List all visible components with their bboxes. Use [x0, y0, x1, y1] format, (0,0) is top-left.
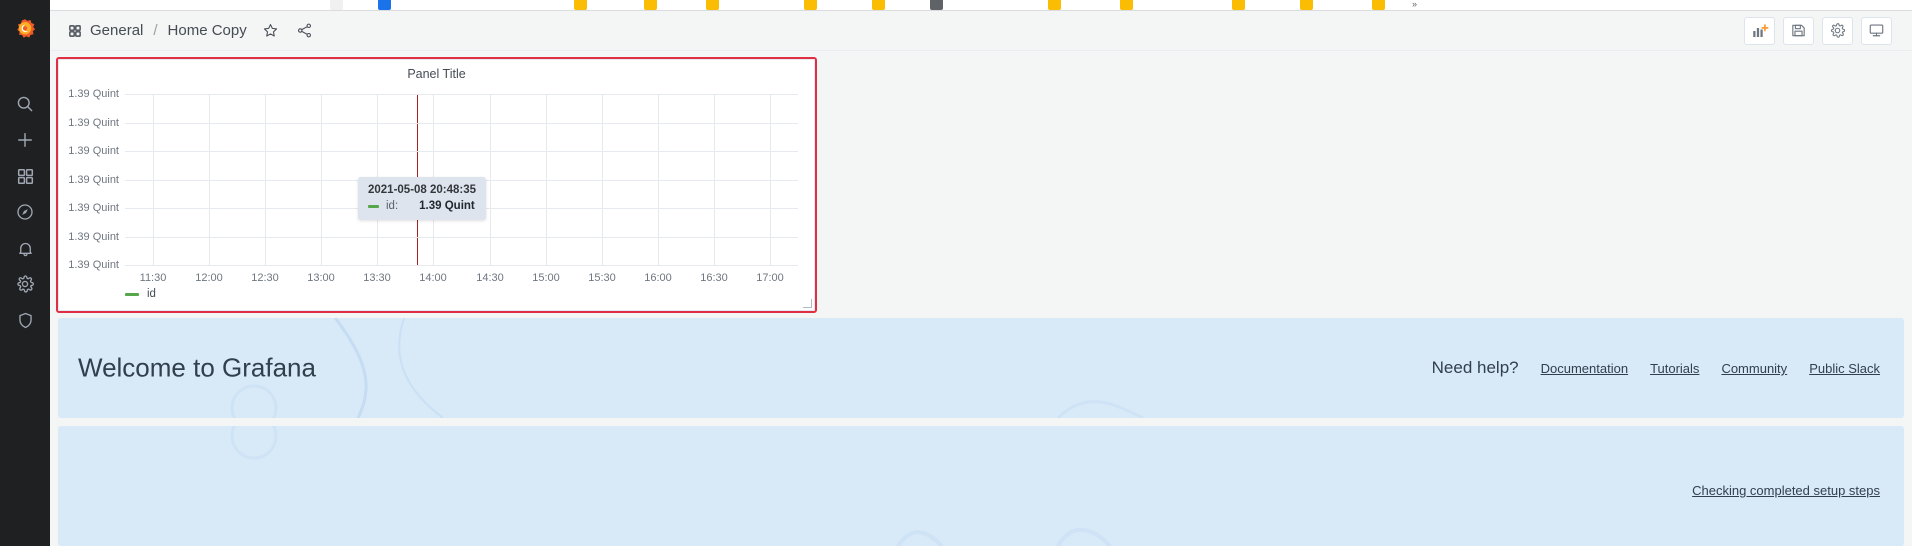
x-axis-tick-label: 11:30	[139, 272, 167, 284]
tooltip-timestamp: 2021-05-08 20:48:35	[368, 184, 477, 196]
bookmark-item[interactable]	[378, 0, 391, 10]
x-axis-tick-label: 14:00	[419, 272, 447, 284]
x-gridline	[546, 94, 547, 266]
sidebar-item-server-admin[interactable]	[13, 308, 37, 332]
dashboard-canvas: Panel Title 1.39 Quint 1.39 Quint 1.39 Qui…	[50, 51, 1912, 546]
public-slack-link[interactable]: Public Slack	[1809, 361, 1880, 376]
bookmark-item[interactable]	[930, 0, 943, 10]
topbar: General / Home Copy	[50, 11, 1912, 51]
bookmark-item[interactable]	[1300, 0, 1313, 10]
community-link[interactable]: Community	[1721, 361, 1787, 376]
bookmark-item[interactable]	[804, 0, 817, 10]
y-axis-tick-label: 1.39 Quint	[68, 145, 119, 157]
bookmark-item[interactable]	[706, 0, 719, 10]
setup-steps-panel: Checking completed setup steps	[58, 426, 1904, 546]
need-help-label: Need help?	[1431, 358, 1519, 377]
bookmark-item[interactable]	[1232, 0, 1245, 10]
x-gridline	[209, 94, 210, 266]
bookmark-item[interactable]	[330, 0, 343, 10]
x-axis-tick-label: 12:30	[251, 272, 279, 284]
dashboard-settings-button[interactable]	[1822, 16, 1853, 45]
y-axis-tick-label: 1.39 Quint	[68, 231, 119, 243]
panel-resize-handle[interactable]	[803, 299, 812, 308]
x-gridline	[770, 94, 771, 266]
y-gridline	[125, 123, 798, 124]
welcome-title: Welcome to Grafana	[78, 352, 316, 383]
bookmark-item[interactable]	[1048, 0, 1061, 10]
panel-legend[interactable]: id	[125, 288, 156, 300]
bookmark-item[interactable]	[1120, 0, 1133, 10]
y-gridline	[125, 151, 798, 152]
x-axis-tick-label: 13:30	[363, 272, 391, 284]
y-gridline	[125, 265, 798, 266]
tooltip-series-name: id:	[386, 200, 399, 212]
x-gridline	[265, 94, 266, 266]
x-gridline	[490, 94, 491, 266]
x-axis-tick-label: 14:30	[476, 272, 504, 284]
y-axis-tick-label: 1.39 Quint	[68, 117, 119, 129]
breadcrumb-separator: /	[153, 22, 158, 39]
star-icon[interactable]	[261, 21, 281, 41]
setup-status-text[interactable]: Checking completed setup steps	[1692, 483, 1880, 498]
y-axis-tick-label: 1.39 Quint	[68, 88, 119, 100]
grafana-logo[interactable]	[10, 16, 40, 46]
x-gridline	[153, 94, 154, 266]
sidebar-item-explore[interactable]	[13, 200, 37, 224]
y-gridline	[125, 237, 798, 238]
bookmark-item[interactable]	[574, 0, 587, 10]
tooltip-series-color-swatch	[368, 204, 379, 208]
x-axis-tick-label: 15:00	[532, 272, 560, 284]
graph-tooltip: 2021-05-08 20:48:35 id: 1.39 Quint	[358, 177, 487, 220]
breadcrumb-folder[interactable]: General	[90, 22, 143, 39]
y-gridline	[125, 94, 798, 95]
sidebar-item-configuration[interactable]	[13, 272, 37, 296]
sidebar-item-alerting[interactable]	[13, 236, 37, 260]
x-gridline	[658, 94, 659, 266]
help-links: Need help? Documentation Tutorials Commu…	[1432, 358, 1880, 378]
save-dashboard-button[interactable]	[1783, 16, 1814, 45]
x-gridline	[602, 94, 603, 266]
y-axis-tick-label: 1.39 Quint	[68, 259, 119, 271]
breadcrumb: General / Home Copy	[68, 21, 315, 41]
bookmark-item[interactable]	[872, 0, 885, 10]
tooltip-series-value: 1.39 Quint	[419, 200, 475, 212]
legend-color-swatch	[125, 292, 139, 296]
y-axis-tick-label: 1.39 Quint	[68, 174, 119, 186]
topbar-actions	[1744, 16, 1892, 45]
folder-grid-icon	[68, 24, 82, 38]
y-axis-tick-label: 1.39 Quint	[68, 202, 119, 214]
tv-mode-button[interactable]	[1861, 16, 1892, 45]
x-axis-tick-label: 16:30	[700, 272, 728, 284]
bookmark-overflow-label[interactable]: »	[1412, 0, 1417, 9]
x-axis-tick-label: 16:00	[644, 272, 672, 284]
setup-decoration	[230, 426, 1112, 546]
legend-item-label[interactable]: id	[147, 288, 156, 300]
x-axis: 11:30 12:00 12:30 13:00 13:30 14:00 14:30 15:00…	[125, 272, 798, 288]
x-axis-tick-label: 13:00	[307, 272, 335, 284]
browser-bookmarks-bar[interactable]: »	[0, 0, 1912, 11]
breadcrumb-dashboard-title[interactable]: Home Copy	[168, 22, 247, 39]
y-axis: 1.39 Quint 1.39 Quint 1.39 Quint 1.39 Quint…	[59, 88, 119, 271]
graph-panel[interactable]: Panel Title 1.39 Quint 1.39 Quint 1.39 Qui…	[58, 59, 815, 311]
tutorials-link[interactable]: Tutorials	[1650, 361, 1699, 376]
sidebar-item-search[interactable]	[13, 92, 37, 116]
sidebar-item-create[interactable]	[13, 128, 37, 152]
sidebar-item-dashboards[interactable]	[13, 164, 37, 188]
x-gridline	[321, 94, 322, 266]
sidebar	[0, 0, 50, 546]
panel-title[interactable]: Panel Title	[59, 67, 814, 81]
x-axis-tick-label: 15:30	[588, 272, 616, 284]
tooltip-series-row: id: 1.39 Quint	[368, 200, 476, 212]
x-axis-tick-label: 17:00	[756, 272, 784, 284]
bookmark-item[interactable]	[644, 0, 657, 10]
x-gridline	[714, 94, 715, 266]
add-panel-button[interactable]	[1744, 16, 1775, 45]
share-icon[interactable]	[295, 21, 315, 41]
bookmark-item[interactable]	[1372, 0, 1385, 10]
documentation-link[interactable]: Documentation	[1541, 361, 1628, 376]
welcome-banner: Welcome to Grafana Need help? Documentat…	[58, 318, 1904, 418]
x-axis-tick-label: 12:00	[195, 272, 223, 284]
